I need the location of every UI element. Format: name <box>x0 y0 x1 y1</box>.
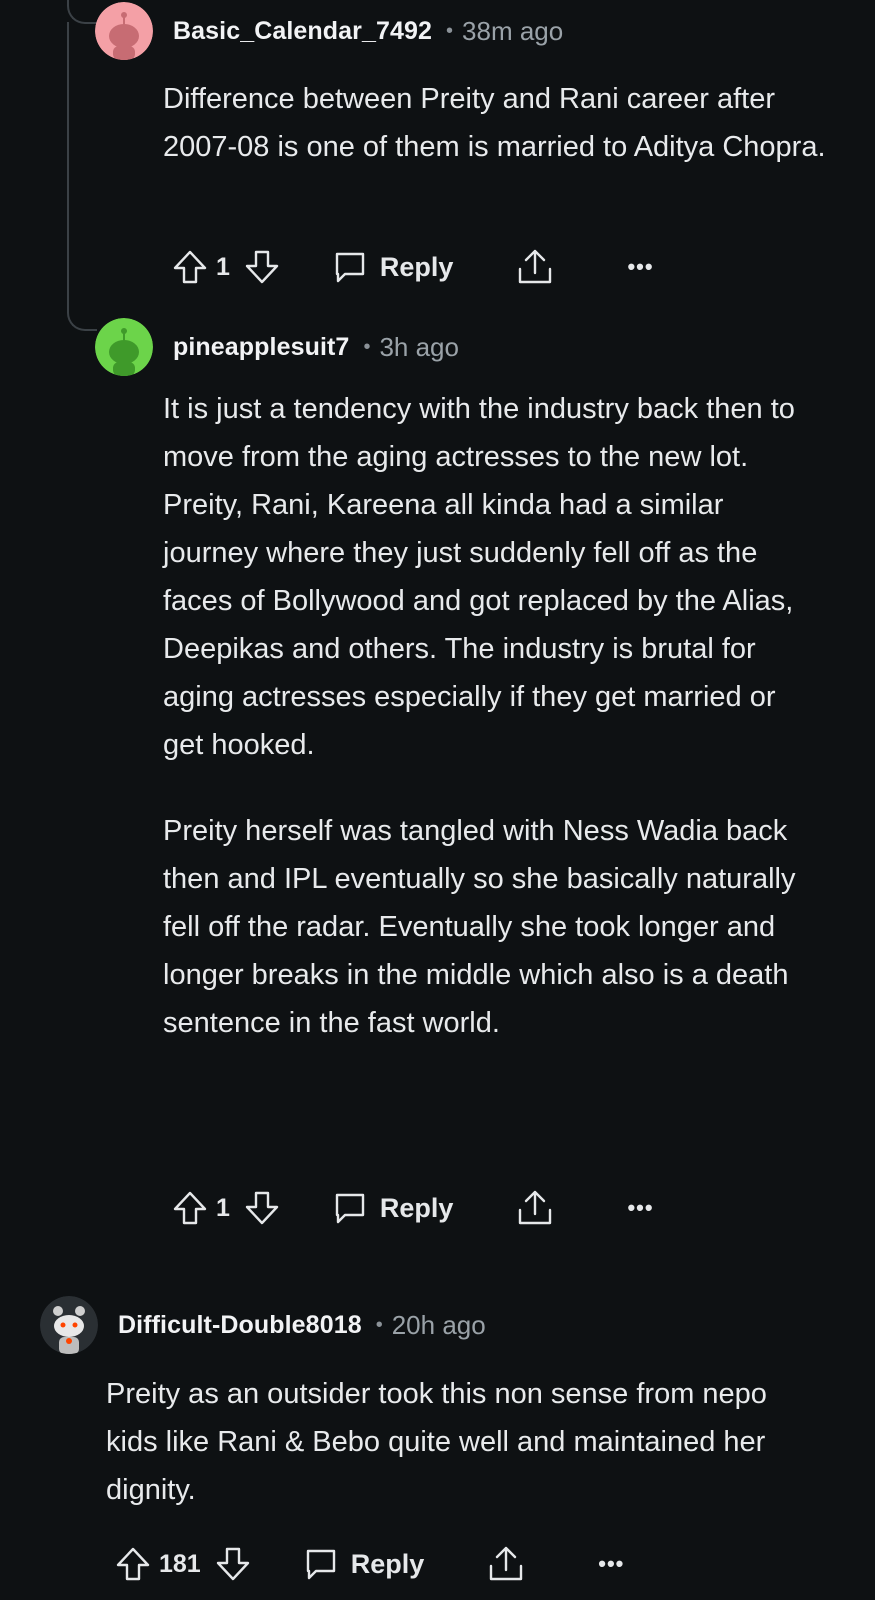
avatar[interactable] <box>40 1296 98 1354</box>
more-options-button[interactable]: ••• <box>598 1551 624 1577</box>
reply-bubble-icon <box>335 1193 365 1224</box>
reply-label: Reply <box>350 1548 425 1579</box>
comment-paragraph: It is just a tendency with the industry … <box>163 393 795 761</box>
share-button[interactable] <box>515 247 555 287</box>
share-button[interactable] <box>486 1544 526 1584</box>
downvote-button[interactable] <box>215 1546 251 1582</box>
username[interactable]: pineapplesuit7 <box>173 333 349 362</box>
timestamp: 3h ago <box>379 331 459 362</box>
timestamp: 38m ago <box>462 15 564 46</box>
snoo-avatar-icon <box>40 1296 98 1354</box>
more-icon: ••• <box>627 1195 654 1220</box>
vote-count: 181 <box>159 1549 201 1578</box>
reply-button[interactable]: Reply <box>303 1546 425 1582</box>
username[interactable]: Difficult-Double8018 <box>118 1311 362 1340</box>
downvote-button[interactable] <box>244 1190 280 1226</box>
more-icon: ••• <box>627 254 654 279</box>
more-icon: ••• <box>598 1551 625 1576</box>
share-icon <box>519 249 552 284</box>
separator-dot: • <box>375 1313 383 1336</box>
reply-button[interactable]: Reply <box>332 1190 454 1226</box>
upvote-button[interactable] <box>172 1190 208 1226</box>
share-button[interactable] <box>515 1188 555 1228</box>
share-icon <box>490 1546 523 1581</box>
thread-line <box>67 22 69 312</box>
comment-actions: 1 Reply ••• <box>172 242 654 292</box>
reply-label: Reply <box>379 251 454 282</box>
downvote-button[interactable] <box>244 249 280 285</box>
avatar[interactable] <box>95 2 153 60</box>
more-options-button[interactable]: ••• <box>627 1195 653 1221</box>
upvote-icon <box>116 1547 150 1581</box>
vote-count: 1 <box>216 1193 230 1222</box>
upvote-button[interactable] <box>115 1546 151 1582</box>
comment-body: Preity as an outsider took this non sens… <box>106 1370 826 1514</box>
comment-paragraph: Preity as an outsider took this non sens… <box>106 1378 767 1506</box>
downvote-icon <box>245 250 279 284</box>
snoo-avatar-icon <box>95 318 153 376</box>
comment-body: It is just a tendency with the industry … <box>163 385 823 1047</box>
reply-bubble-icon <box>335 252 365 283</box>
upvote-icon <box>173 1191 207 1225</box>
username[interactable]: Basic_Calendar_7492 <box>173 17 432 46</box>
reply-bubble-icon <box>306 1549 335 1580</box>
upvote-icon <box>173 250 207 284</box>
comment-header: Basic_Calendar_7492 • 38m ago <box>95 2 563 60</box>
snoo-avatar-icon <box>95 2 153 60</box>
comment-header: pineapplesuit7 • 3h ago <box>95 318 459 376</box>
more-options-button[interactable]: ••• <box>627 254 653 280</box>
timestamp: 20h ago <box>391 1309 486 1340</box>
comment-header: Difficult-Double8018 • 20h ago <box>40 1296 486 1354</box>
comment-actions: 1 Reply ••• <box>172 1183 654 1233</box>
comment-thread: Basic_Calendar_7492 • 38m ago Difference… <box>0 0 875 1600</box>
comment-body: Difference between Preity and Rani caree… <box>163 75 843 171</box>
downvote-icon <box>216 1547 249 1581</box>
vote-count: 1 <box>216 252 230 281</box>
thread-connector <box>67 305 97 331</box>
reply-button[interactable]: Reply <box>332 249 454 285</box>
share-icon <box>519 1190 552 1225</box>
comment-actions: 181 Reply ••• <box>115 1539 624 1589</box>
comment-paragraph: Preity herself was tangled with Ness Wad… <box>163 815 796 1039</box>
avatar[interactable] <box>95 318 153 376</box>
separator-dot: • <box>363 335 371 358</box>
thread-connector <box>67 0 97 24</box>
comment-paragraph: Difference between Preity and Rani caree… <box>163 83 826 163</box>
upvote-button[interactable] <box>172 249 208 285</box>
separator-dot: • <box>446 19 454 42</box>
reply-label: Reply <box>379 1192 454 1223</box>
downvote-icon <box>245 1191 279 1225</box>
